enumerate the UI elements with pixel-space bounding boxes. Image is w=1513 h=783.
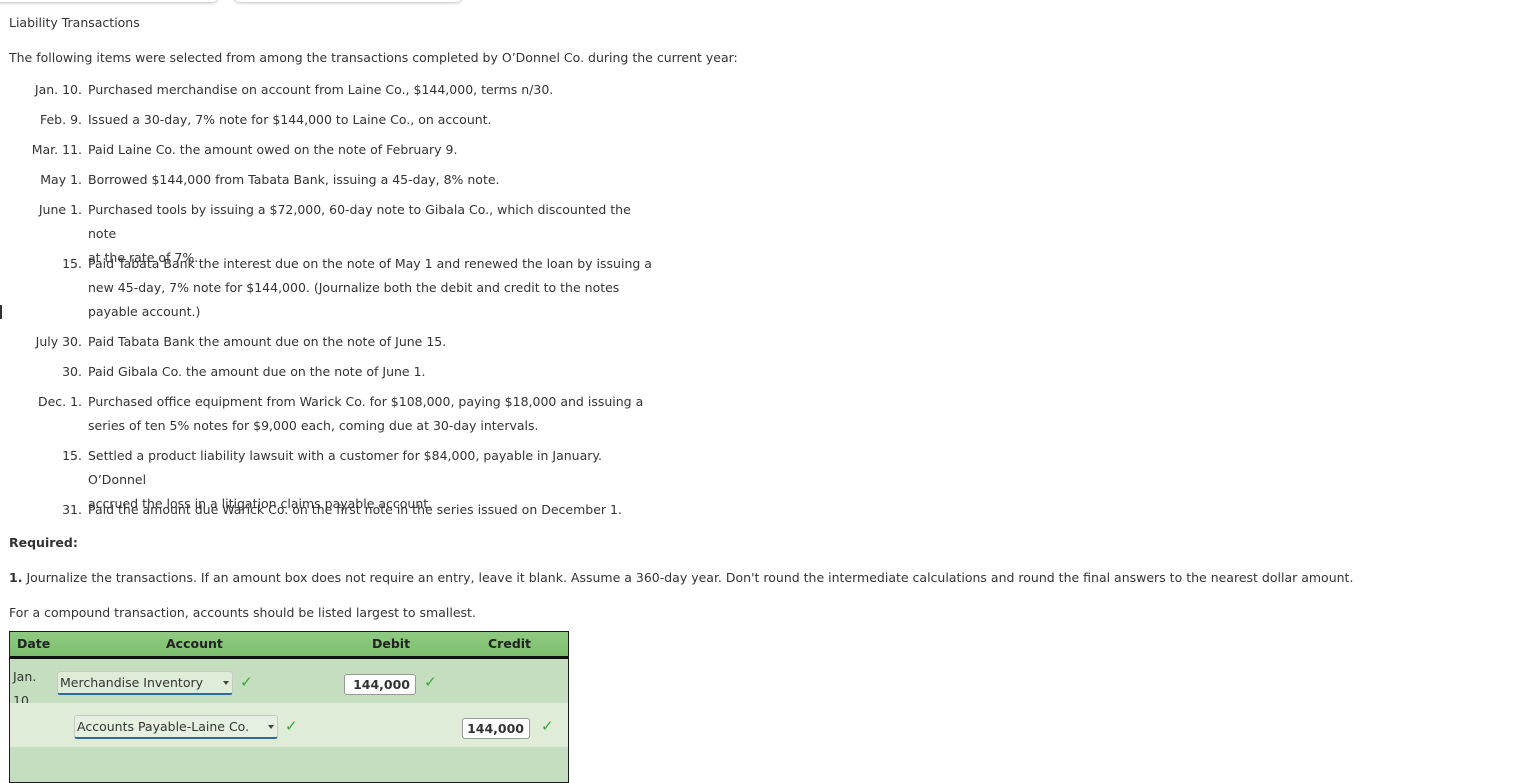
instruction-number: 1. [9, 570, 23, 585]
debit-input[interactable]: 144,000 [344, 674, 416, 695]
journal-header: Date Account Debit Credit [10, 632, 568, 659]
header-date: Date [17, 636, 51, 651]
instruction-body: Journalize the transactions. If an amoun… [26, 570, 1354, 585]
transaction-date: Feb. 9. [39, 112, 82, 127]
header-debit: Debit [372, 636, 411, 651]
transaction-date: June 1. [38, 202, 82, 217]
left-edge-marker [0, 305, 2, 319]
account-check-icon: ✓ [285, 717, 298, 735]
intro-text: The following items were selected from a… [9, 50, 738, 65]
header-credit: Credit [488, 636, 532, 651]
account-select[interactable]: Merchandise Inventory [57, 671, 233, 695]
credit-check-icon: ✓ [541, 717, 554, 735]
transaction-date: 15. [62, 448, 82, 463]
transaction-date: 30. [62, 364, 82, 379]
account-select-value: Accounts Payable-Laine Co. [77, 719, 250, 734]
journal-row: Jan. 10 Merchandise Inventory ✓ 144,000 … [10, 659, 568, 708]
top-tab-right[interactable] [234, 0, 462, 2]
top-tab-left[interactable] [0, 0, 218, 2]
transaction-description: Paid the amount due Warick Co. on the fi… [88, 502, 622, 517]
compound-note: For a compound transaction, accounts sho… [9, 605, 476, 620]
account-check-icon: ✓ [240, 673, 253, 691]
transaction-date: 31. [62, 502, 82, 517]
transaction-date: 15. [62, 256, 82, 271]
dropdown-caret-icon[interactable] [223, 681, 229, 685]
journal-row: Accounts Payable-Laine Co. ✓ 144,000 ✓ [10, 703, 568, 747]
transaction-description: Issued a 30-day, 7% note for $144,000 to… [88, 112, 492, 127]
debit-check-icon: ✓ [424, 673, 437, 691]
credit-input[interactable]: 144,000 [462, 718, 530, 739]
dropdown-caret-icon[interactable] [268, 725, 274, 729]
transaction-date: Dec. 1. [37, 394, 82, 409]
transaction-description: Paid Tabata Bank the amount due on the n… [88, 334, 447, 349]
required-heading: Required: [9, 535, 78, 550]
instruction-text: 1. Journalize the transactions. If an am… [9, 570, 1353, 585]
transaction-description: Paid Gibala Co. the amount due on the no… [88, 364, 426, 379]
account-select[interactable]: Accounts Payable-Laine Co. [74, 715, 278, 739]
transaction-date: May 1. [40, 172, 82, 187]
transaction-description: Purchased merchandise on account from La… [88, 82, 554, 97]
transaction-date: Mar. 11. [31, 142, 82, 157]
account-select-value: Merchandise Inventory [60, 675, 204, 690]
header-account: Account [166, 636, 223, 651]
transaction-date: Jan. 10. [34, 82, 82, 97]
journal-table: Date Account Debit Credit Jan. 10 Mercha… [9, 631, 569, 783]
transaction-description: Purchased office equipment from Warick C… [88, 394, 644, 433]
page-title: Liability Transactions [9, 15, 140, 30]
transaction-description: Borrowed $144,000 from Tabata Bank, issu… [88, 172, 500, 187]
journal-row-empty [10, 747, 568, 782]
transaction-description: Paid Laine Co. the amount owed on the no… [88, 142, 458, 157]
date-month: Jan. [13, 669, 37, 684]
transaction-description: Paid Tabata Bank the interest due on the… [88, 256, 652, 319]
transaction-date: July 30. [35, 334, 82, 349]
